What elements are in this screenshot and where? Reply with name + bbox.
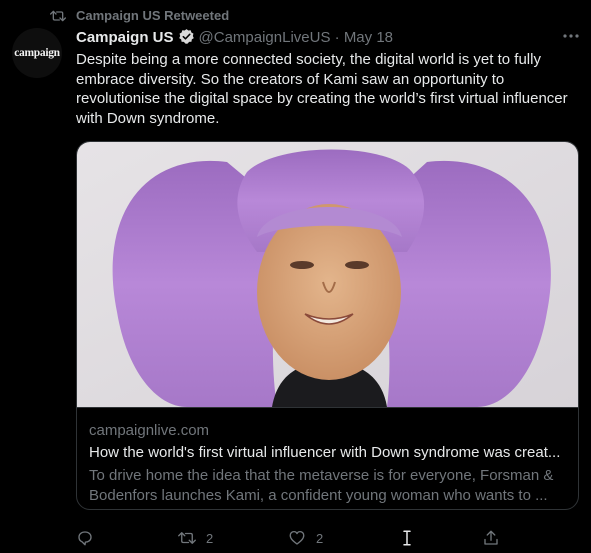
avatar-logo-text: campaign: [14, 47, 60, 59]
tweet-date[interactable]: May 18: [344, 29, 393, 46]
retweeted-label[interactable]: Campaign US Retweeted: [76, 8, 229, 23]
retweet-button[interactable]: 2: [178, 526, 213, 550]
retweeted-indicator: Campaign US Retweeted: [0, 6, 591, 26]
more-options-icon[interactable]: [561, 30, 581, 42]
text-cursor-button[interactable]: [398, 526, 416, 550]
tweet-header: Campaign US @CampaignLiveUS · May 18: [76, 28, 586, 48]
card-domain: campaignlive.com: [89, 422, 210, 439]
reply-icon: [78, 531, 92, 546]
retweet-icon: [178, 532, 196, 544]
heart-icon: [289, 530, 305, 545]
header-separator: ·: [334, 29, 340, 46]
like-button[interactable]: 2: [288, 526, 323, 550]
card-image[interactable]: [77, 142, 579, 407]
share-icon: [484, 530, 498, 545]
tweet-text: Despite being a more connected society, …: [76, 51, 568, 127]
reply-button[interactable]: [76, 526, 94, 550]
card-description: To drive home the idea that the metavers…: [89, 467, 554, 504]
text-cursor-icon: [403, 530, 411, 546]
link-preview-card[interactable]: campaignlive.com How the world's first v…: [76, 141, 579, 510]
author-name[interactable]: Campaign US: [76, 29, 174, 46]
card-title[interactable]: How the world's first virtual influencer…: [89, 444, 569, 461]
share-button[interactable]: [482, 526, 500, 550]
like-count: 2: [316, 530, 324, 546]
card-meta[interactable]: campaignlive.com How the world's first v…: [77, 407, 578, 509]
tweet-actions: 2 2: [0, 526, 591, 550]
verified-badge-icon: [178, 29, 194, 44]
retweet-count: 2: [206, 530, 214, 546]
author-handle[interactable]: @CampaignLiveUS: [199, 29, 331, 46]
retweet-icon: [50, 10, 66, 22]
avatar[interactable]: campaign: [12, 28, 62, 78]
